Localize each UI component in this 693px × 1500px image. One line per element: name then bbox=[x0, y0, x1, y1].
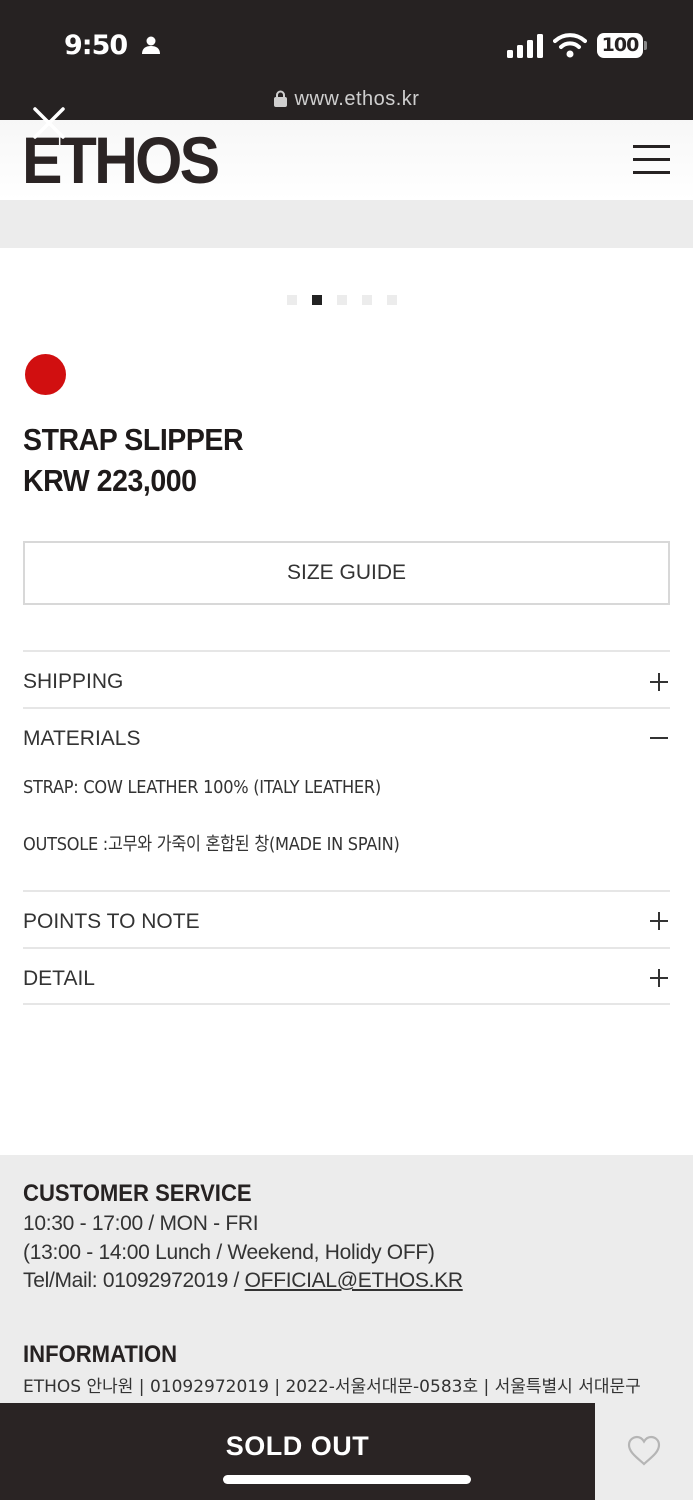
product-image-area[interactable] bbox=[0, 200, 693, 248]
divider bbox=[23, 890, 670, 892]
status-bar: 9:50 100 www.ethos.kr bbox=[0, 0, 693, 120]
carousel-dot-active[interactable] bbox=[312, 295, 322, 305]
product-price: KRW 223,000 bbox=[23, 463, 197, 498]
materials-label: MATERIALS bbox=[23, 727, 141, 750]
service-hours: 10:30 - 17:00 / MON - FRI bbox=[23, 1212, 259, 1235]
address-bar[interactable]: www.ethos.kr bbox=[0, 88, 693, 111]
person-icon bbox=[142, 36, 160, 54]
shipping-label: SHIPPING bbox=[23, 670, 124, 693]
plus-icon[interactable] bbox=[648, 910, 670, 932]
sold-out-button[interactable]: SOLD OUT bbox=[0, 1403, 595, 1500]
information-text: ETHOS 안나원 | 01092972019 | 2022-서울서대문-058… bbox=[23, 1377, 641, 1397]
divider bbox=[23, 1003, 670, 1005]
email-link[interactable]: OFFICIAL@ETHOS.KR bbox=[245, 1269, 463, 1292]
detail-label: DETAIL bbox=[23, 967, 95, 990]
status-time: 9:50 bbox=[64, 30, 128, 61]
product-name: STRAP SLIPPER bbox=[23, 422, 244, 457]
minus-icon[interactable] bbox=[648, 727, 670, 749]
plus-icon[interactable] bbox=[648, 967, 670, 989]
size-guide-button[interactable]: SIZE GUIDE bbox=[23, 541, 670, 605]
lock-icon bbox=[273, 90, 287, 107]
heart-icon[interactable] bbox=[627, 1435, 661, 1467]
information-heading: INFORMATION bbox=[23, 1341, 178, 1368]
carousel-dot[interactable] bbox=[387, 295, 397, 305]
site-footer: CUSTOMER SERVICE 10:30 - 17:00 / MON - F… bbox=[0, 1155, 693, 1405]
battery-level: 100 bbox=[597, 33, 643, 58]
signal-icon bbox=[507, 34, 543, 58]
carousel-dot[interactable] bbox=[287, 295, 297, 305]
home-indicator bbox=[223, 1475, 471, 1484]
close-icon[interactable] bbox=[32, 106, 66, 140]
hamburger-menu-icon[interactable] bbox=[633, 144, 670, 176]
points-to-note-label: POINTS TO NOTE bbox=[23, 910, 200, 933]
carousel-dot[interactable] bbox=[362, 295, 372, 305]
contact-prefix: Tel/Mail: 01092972019 / bbox=[23, 1269, 245, 1292]
contact-line: Tel/Mail: 01092972019 / OFFICIAL@ETHOS.K… bbox=[23, 1269, 463, 1293]
wifi-icon bbox=[553, 33, 587, 58]
sold-out-label: SOLD OUT bbox=[225, 1431, 370, 1461]
customer-service-heading: CUSTOMER SERVICE bbox=[23, 1180, 252, 1207]
battery-indicator: 100 bbox=[597, 33, 647, 58]
materials-outsole-text: OUTSOLE :고무와 가죽이 혼합된 창(MADE IN SPAIN) bbox=[23, 834, 400, 855]
plus-icon[interactable] bbox=[648, 671, 670, 693]
materials-strap-text: STRAP: COW LEATHER 100% (ITALY LEATHER) bbox=[23, 777, 381, 798]
lunch-hours: (13:00 - 14:00 Lunch / Weekend, Holidy O… bbox=[23, 1241, 435, 1264]
divider bbox=[23, 947, 670, 949]
divider bbox=[23, 650, 670, 652]
url-text: www.ethos.kr bbox=[294, 88, 420, 110]
carousel-dot[interactable] bbox=[337, 295, 347, 305]
size-guide-label: SIZE GUIDE bbox=[286, 561, 407, 584]
color-swatch-red[interactable] bbox=[25, 354, 66, 395]
divider bbox=[23, 707, 670, 709]
